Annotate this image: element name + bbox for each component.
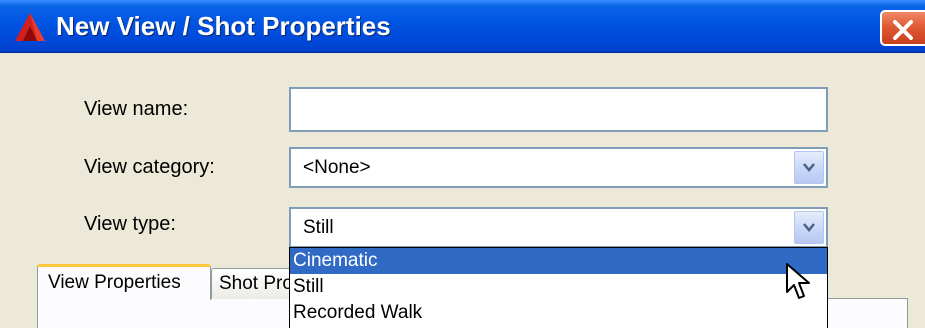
option-recorded-walk[interactable]: Recorded Walk <box>290 300 827 326</box>
chevron-down-icon <box>803 163 815 172</box>
view-category-dropdown-button[interactable] <box>794 151 824 184</box>
view-type-select[interactable]: Still <box>289 207 828 248</box>
tab-shot-properties[interactable]: Shot Properties <box>211 268 291 299</box>
view-name-input[interactable] <box>289 87 828 132</box>
view-type-value: Still <box>303 217 334 238</box>
view-category-label: View category: <box>84 156 215 178</box>
mouse-cursor-icon <box>785 262 811 306</box>
option-still[interactable]: Still <box>290 274 827 300</box>
view-name-label: View name: <box>84 98 189 120</box>
view-type-dropdown-button[interactable] <box>794 211 824 244</box>
title-bar[interactable]: New View / Shot Properties <box>0 0 925 53</box>
autocad-logo-icon <box>14 12 46 42</box>
window-title: New View / Shot Properties <box>56 11 391 41</box>
new-view-dialog: New View / Shot Properties View name: Vi… <box>0 0 925 328</box>
option-cinematic[interactable]: Cinematic <box>290 248 827 274</box>
view-category-value: <None> <box>303 157 371 178</box>
close-button[interactable] <box>880 10 925 46</box>
tab-view-properties[interactable]: View Properties <box>37 264 211 300</box>
view-category-select[interactable]: <None> <box>289 147 828 188</box>
view-type-label: View type: <box>84 213 176 235</box>
chevron-down-icon <box>803 223 815 232</box>
view-type-dropdown-list: Cinematic Still Recorded Walk <box>289 247 828 328</box>
